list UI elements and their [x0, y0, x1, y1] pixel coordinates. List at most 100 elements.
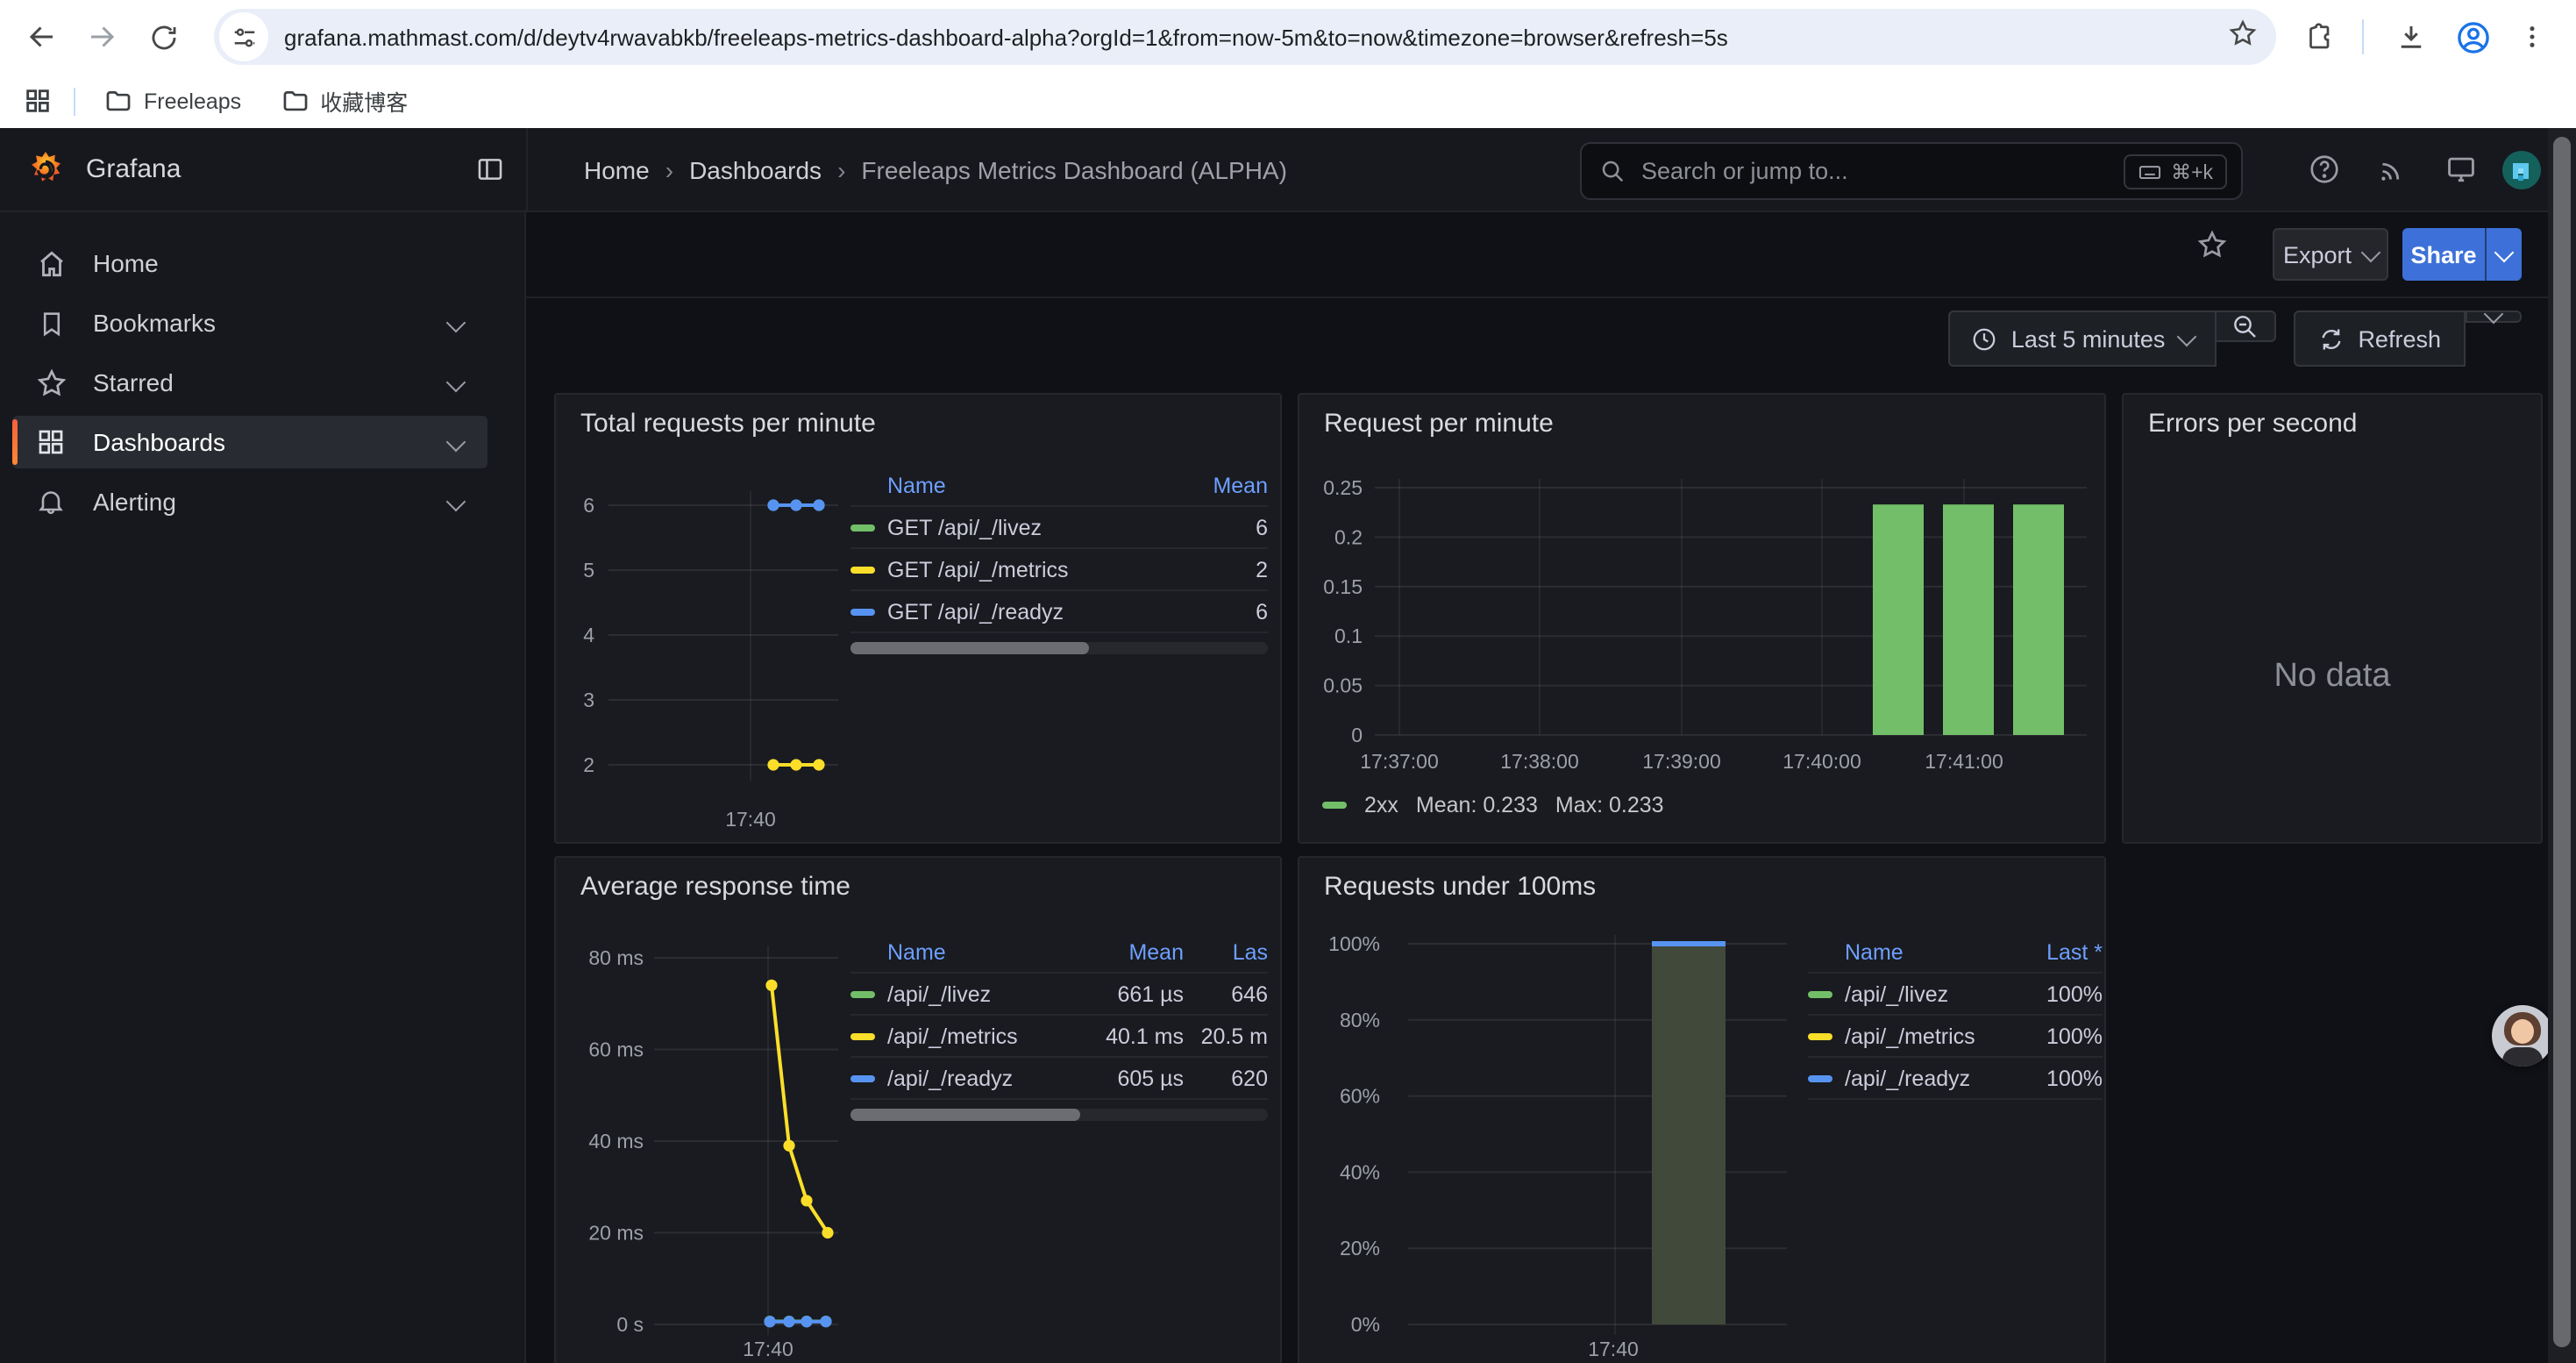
- breadcrumb-home[interactable]: Home: [584, 155, 650, 183]
- legend-scrollbar[interactable]: [850, 642, 1268, 654]
- legend-column-header[interactable]: Last *: [2004, 939, 2103, 964]
- user-avatar[interactable]: [2502, 150, 2541, 189]
- legend-row[interactable]: /api/_/livez100%: [1808, 974, 2103, 1016]
- bookmark-page-icon[interactable]: [2227, 17, 2259, 57]
- legend-column-header[interactable]: Name: [1808, 939, 1990, 964]
- svg-text:20%: 20%: [1340, 1237, 1380, 1260]
- svg-text:0%: 0%: [1351, 1313, 1380, 1336]
- grafana-header: Grafana Home › Dashboards › Freeleaps Me…: [0, 128, 2576, 212]
- panel-errors-per-second[interactable]: Errors per second No data: [2122, 393, 2543, 844]
- chevron-down-icon[interactable]: [446, 373, 466, 393]
- bell-icon: [33, 484, 68, 519]
- legend-row[interactable]: /api/_/livez661 µs646: [850, 974, 1268, 1016]
- search-input[interactable]: Search or jump to... ⌘+k: [1580, 142, 2243, 200]
- series-color-pill: [1808, 1032, 1832, 1039]
- bar-chart: 0.250.20.150.10.05017:37:0017:38:0017:39…: [1299, 395, 2104, 842]
- monitor-icon[interactable]: [2434, 143, 2487, 196]
- legend-column-header[interactable]: Name: [850, 473, 1156, 497]
- time-range-picker[interactable]: Last 5 minutes: [1948, 310, 2217, 367]
- svg-text:17:40: 17:40: [1588, 1338, 1639, 1360]
- grafana-logo[interactable]: [25, 148, 67, 190]
- toolbar-divider: [2362, 19, 2364, 54]
- panel-requests-under-100ms[interactable]: Requests under 100ms 100%80%60%40%20%0%1…: [1298, 856, 2106, 1363]
- sidebar-item-home[interactable]: Home: [12, 237, 487, 289]
- sidebar-toggle-icon[interactable]: [475, 154, 505, 193]
- legend-column-header[interactable]: Name: [850, 939, 1061, 964]
- help-icon[interactable]: [2297, 143, 2350, 196]
- export-button[interactable]: Export: [2273, 228, 2388, 281]
- legend-column-header[interactable]: Las: [1198, 939, 1268, 964]
- forward-icon[interactable]: [79, 14, 125, 60]
- svg-text:60 ms: 60 ms: [588, 1038, 644, 1061]
- svg-text:5: 5: [583, 559, 594, 582]
- panel-average-response-time[interactable]: Average response time 80 ms60 ms40 ms20 …: [554, 856, 1282, 1363]
- series-color-pill: [1808, 1074, 1832, 1081]
- sidebar-item-bookmarks[interactable]: Bookmarks: [12, 296, 487, 349]
- sidebar-item-dashboards[interactable]: Dashboards: [12, 416, 487, 468]
- grafana-brand[interactable]: Grafana: [86, 154, 181, 184]
- legend-column-header[interactable]: Mean: [1075, 939, 1184, 964]
- legend-row[interactable]: /api/_/readyz100%: [1808, 1058, 2103, 1100]
- folder-icon: [103, 86, 133, 116]
- scrollbar-thumb[interactable]: [2553, 137, 2571, 1347]
- extensions-icon[interactable]: [2297, 14, 2343, 60]
- legend-row[interactable]: /api/_/metrics40.1 ms20.5 m: [850, 1016, 1268, 1058]
- series-color-pill: [850, 1032, 875, 1039]
- svg-text:40%: 40%: [1340, 1160, 1380, 1183]
- search-shortcut: ⌘+k: [2124, 153, 2227, 189]
- page-scrollbar[interactable]: [2548, 128, 2576, 1363]
- series-color-pill: [1808, 990, 1832, 997]
- legend-row[interactable]: GET /api/_/metrics2: [850, 549, 1268, 591]
- url-text[interactable]: grafana.mathmast.com/d/deytv4rwavabkb/fr…: [284, 24, 2227, 50]
- legend-row[interactable]: /api/_/metrics100%: [1808, 1016, 2103, 1058]
- share-button[interactable]: Share: [2402, 228, 2485, 281]
- refresh-interval-button[interactable]: [2466, 310, 2522, 323]
- legend-row[interactable]: GET /api/_/readyz6: [850, 591, 1268, 633]
- back-icon[interactable]: [19, 14, 65, 60]
- zoom-out-icon[interactable]: [2216, 310, 2275, 342]
- legend-scrollbar[interactable]: [850, 1109, 1268, 1121]
- refresh-icon: [2317, 325, 2344, 352]
- no-data-message: No data: [2124, 658, 2541, 696]
- svg-text:80 ms: 80 ms: [588, 946, 644, 969]
- browser-menu-icon[interactable]: [2509, 14, 2555, 60]
- bookmark-folder-blogs[interactable]: 收藏博客: [280, 84, 408, 118]
- downloads-icon[interactable]: [2388, 14, 2434, 60]
- svg-text:0.15: 0.15: [1323, 575, 1363, 598]
- legend-column-header[interactable]: Mean: [1170, 473, 1268, 497]
- legend-row[interactable]: GET /api/_/livez6: [850, 507, 1268, 549]
- site-settings-icon[interactable]: [219, 12, 268, 61]
- series-color-pill: [1322, 802, 1347, 809]
- apps-grid-icon[interactable]: [23, 86, 53, 116]
- breadcrumb-dashboards[interactable]: Dashboards: [689, 155, 822, 183]
- panel-request-per-minute[interactable]: Request per minute 0.250.20.150.10.05017…: [1298, 393, 2106, 844]
- share-menu-button[interactable]: [2485, 228, 2522, 281]
- series-color-pill: [850, 990, 875, 997]
- bookmark-folder-freeleaps[interactable]: Freeleaps: [103, 86, 241, 116]
- news-rss-icon[interactable]: [2366, 143, 2418, 196]
- svg-text:100%: 100%: [1328, 932, 1380, 955]
- chevron-down-icon[interactable]: [446, 492, 466, 512]
- legend-table: Name Last * /api/_/livez100%/api/_/metrics…: [1808, 931, 2103, 1100]
- bookmark-icon: [33, 305, 68, 340]
- svg-text:4: 4: [583, 624, 594, 646]
- legend-item-2xx[interactable]: 2xx Mean: 0.233 Max: 0.233: [1322, 793, 1664, 817]
- star-dashboard-icon[interactable]: [2195, 228, 2229, 270]
- profile-icon[interactable]: [2450, 14, 2495, 60]
- chevron-down-icon[interactable]: [446, 432, 466, 453]
- time-controls: Last 5 minutes Refresh: [1948, 310, 2522, 367]
- svg-text:0.2: 0.2: [1334, 525, 1363, 548]
- chevron-down-icon[interactable]: [446, 313, 466, 333]
- reload-icon[interactable]: [140, 14, 186, 60]
- sidebar-item-starred[interactable]: Starred: [12, 356, 487, 409]
- panel-total-requests-per-minute[interactable]: Total requests per minute 6543217:40 Nam…: [554, 393, 1282, 844]
- svg-text:0: 0: [1351, 724, 1363, 746]
- sidebar-item-alerting[interactable]: Alerting: [12, 475, 487, 528]
- legend-row[interactable]: /api/_/readyz605 µs620: [850, 1058, 1268, 1100]
- panel-title[interactable]: Errors per second: [2148, 409, 2357, 439]
- url-bar[interactable]: grafana.mathmast.com/d/deytv4rwavabkb/fr…: [214, 9, 2276, 65]
- floating-assistant-avatar[interactable]: [2492, 1005, 2553, 1067]
- refresh-button[interactable]: Refresh: [2293, 310, 2466, 367]
- svg-text:6: 6: [583, 494, 594, 517]
- svg-text:17:38:00: 17:38:00: [1500, 750, 1579, 773]
